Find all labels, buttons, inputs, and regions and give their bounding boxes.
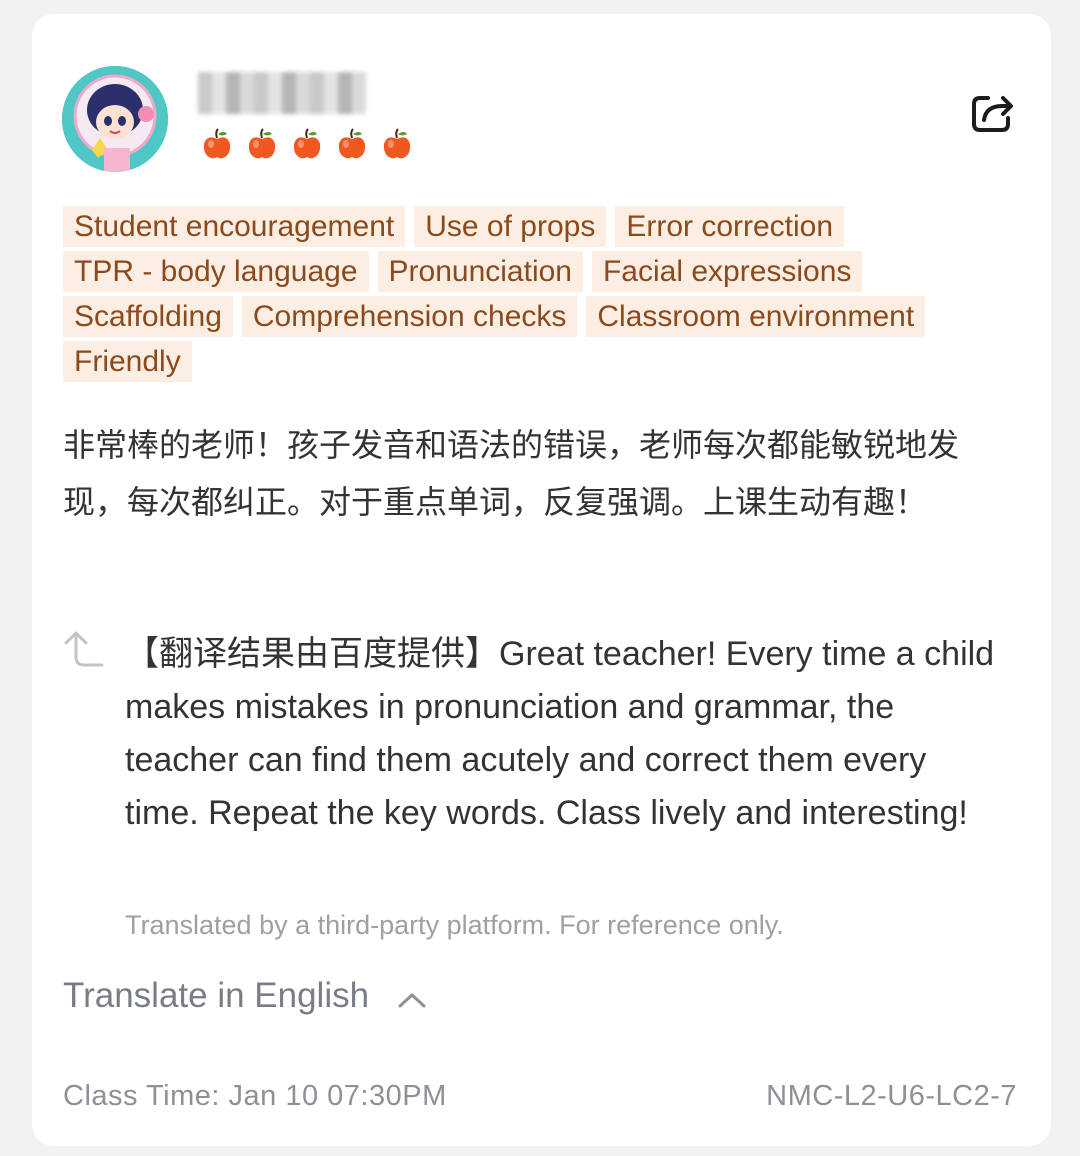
translation-disclaimer: Translated by a third-party platform. Fo… [125,910,784,940]
tag: Comprehension checks [241,296,578,337]
apple-icon [383,128,411,159]
share-icon[interactable] [970,90,1016,134]
translate-toggle[interactable]: Translate in English [63,976,427,1016]
reviewer-name-obscured [198,72,366,114]
review-card: Student encouragement Use of props Error… [32,14,1051,1146]
apple-icon [203,128,231,159]
review-text: 非常棒的老师！孩子发音和语法的错误，老师每次都能敏锐地发现，每次都纠正。对于重点… [63,426,960,521]
translate-toggle-label: Translate in English [63,976,370,1015]
tag: Friendly [63,341,192,382]
reply-arrow-icon [64,631,104,667]
tag: TPR - body language [63,251,369,292]
tag: Error correction [615,206,845,247]
apple-icon [293,128,321,159]
astronaut-girl-avatar-icon [62,66,168,172]
lesson-code: NMC-L2-U6-LC2-7 [766,1080,1017,1112]
tag: Pronunciation [377,251,583,292]
rating-apples [202,128,412,160]
tag: Facial expressions [591,251,863,292]
apple-icon [248,128,276,159]
avatar[interactable] [62,66,168,172]
translated-text: 【翻译结果由百度提供】Great teacher! Every time a c… [125,635,995,832]
chevron-up-icon [398,993,426,1008]
apple-icon [338,128,366,159]
tag-list: Student encouragement Use of props Error… [63,206,1003,382]
tag: Scaffolding [63,296,233,337]
tag: Classroom environment [586,296,926,337]
tag: Student encouragement [63,206,406,247]
tag: Use of props [414,206,607,247]
class-time: Class Time: Jan 10 07:30PM [63,1080,447,1112]
